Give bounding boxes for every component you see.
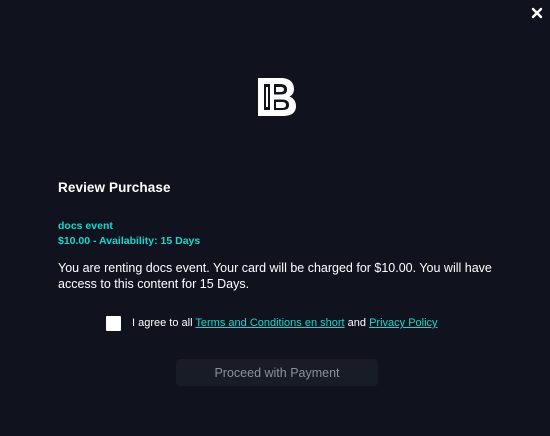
- agreement-conjunction: and: [347, 317, 367, 329]
- price-availability: $10.00 - Availability: 15 Days: [58, 235, 201, 247]
- page-title: Review Purchase: [58, 180, 171, 195]
- close-icon: [531, 7, 543, 19]
- agreement-row: I agree to all Terms and Conditions en s…: [106, 315, 438, 331]
- brand-b-logo-icon: [258, 78, 296, 116]
- close-button[interactable]: [530, 6, 544, 20]
- proceed-payment-button[interactable]: Proceed with Payment: [176, 359, 378, 386]
- agreement-text: I agree to all Terms and Conditions en s…: [132, 317, 438, 329]
- agreement-prefix: I agree to all: [132, 317, 193, 329]
- agree-checkbox[interactable]: [106, 315, 121, 331]
- terms-link[interactable]: Terms and Conditions en short: [195, 317, 344, 329]
- brand-logo: [256, 76, 298, 118]
- purchase-description: You are renting docs event. Your card wi…: [58, 261, 492, 291]
- event-name: docs event: [58, 220, 113, 232]
- privacy-link[interactable]: Privacy Policy: [369, 317, 437, 329]
